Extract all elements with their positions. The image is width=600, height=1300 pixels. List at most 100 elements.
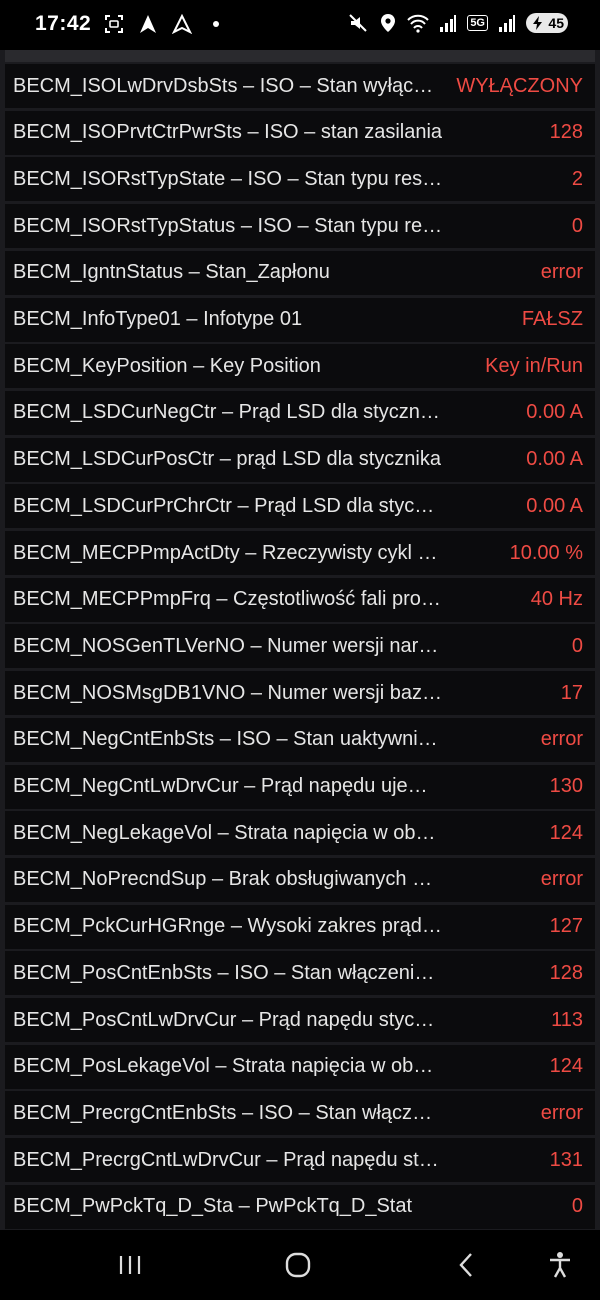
- network-type-badge: 5G: [467, 15, 488, 31]
- network-label: 5G: [470, 17, 485, 29]
- list-item[interactable]: BECM_ISORstTypState – ISO – Stan typu re…: [5, 157, 595, 202]
- list-item[interactable]: BECM_KeyPosition – Key Position Key in/Ru…: [5, 344, 595, 389]
- status-left: 17:42: [35, 12, 227, 36]
- navigation-arrow-icon: [137, 13, 159, 35]
- battery-icon: 45: [526, 13, 568, 33]
- list-item[interactable]: BECM_ISORstTypStatus – ISO – Stan typu r…: [5, 204, 595, 249]
- back-icon: [459, 1253, 472, 1277]
- parameter-name: BECM_InfoType01 – Infotype 01: [13, 308, 303, 330]
- parameter-name: BECM_PwPckTq_D_Sta – PwPckTq_D_Stat: [13, 1195, 413, 1218]
- home-button[interactable]: [280, 1250, 316, 1280]
- list-item[interactable]: BECM_NoPrecndSup – Brak obsługiwanych wa…: [5, 857, 595, 902]
- list-item[interactable]: BECM_PrecrgCntEnbSts – ISO – Stan włącze…: [5, 1091, 595, 1136]
- parameter-value: 128: [549, 121, 583, 144]
- location-icon: [377, 12, 399, 34]
- parameter-value: 0.00 A: [526, 401, 583, 424]
- parameter-value: error: [540, 261, 583, 284]
- parameter-value: 0.00 A: [526, 448, 583, 471]
- list-item[interactable]: BECM_LSDCurPrChrCtr – Prąd LSD dla stycz…: [5, 484, 595, 529]
- wifi-icon: [407, 12, 430, 34]
- parameter-name: BECM_PrecrgCntLwDrvCur – Prąd napędu str…: [13, 1148, 443, 1171]
- navigation-arrow-outline-icon: [171, 13, 193, 35]
- signal-icon: [437, 12, 459, 34]
- dot-icon: [205, 13, 227, 35]
- home-icon: [285, 1252, 311, 1278]
- list-item[interactable]: BECM_InfoType01 – Infotype 01 FAŁSZ: [5, 297, 595, 342]
- parameter-value: 0: [571, 214, 583, 237]
- parameter-name: BECM_LSDCurNegCtr – Prąd LSD dla styczni…: [13, 401, 443, 424]
- back-button[interactable]: [448, 1250, 484, 1280]
- parameter-name: BECM_PosLekageVol – Strata napięcia w ob…: [13, 1055, 443, 1078]
- status-time: 17:42: [35, 12, 92, 35]
- list-item[interactable]: BECM_PwPckTq_D_Sta – PwPckTq_D_Stat 0: [5, 1184, 595, 1229]
- list-item[interactable]: BECM_PrecrgCntLwDrvCur – Prąd napędu str…: [5, 1138, 595, 1183]
- list-item[interactable]: BECM_NegCntLwDrvCur – Prąd napędu ujemne…: [5, 764, 595, 809]
- parameter-value: 0.00 A: [526, 494, 583, 517]
- navigation-bar: [0, 1230, 600, 1300]
- parameter-value: 40 Hz: [530, 588, 583, 611]
- list-item[interactable]: BECM_MECPPmpActDty – Rzeczywisty cykl pr…: [5, 531, 595, 575]
- parameter-name: BECM_ISOPrvtCtrPwrSts – ISO – stan zasil…: [13, 121, 443, 144]
- parameter-value: WYŁĄCZONY: [456, 74, 583, 97]
- recent-apps-button[interactable]: [112, 1250, 148, 1280]
- list-item[interactable]: BECM_PosLekageVol – Strata napięcia w ob…: [5, 1044, 595, 1089]
- parameter-value: 2: [571, 167, 583, 190]
- list-item[interactable]: BECM_LSDCurNegCtr – Prąd LSD dla styczni…: [5, 390, 595, 435]
- list-item[interactable]: BECM_NOSMsgDB1VNO – Numer wersji bazy da…: [5, 671, 595, 716]
- parameter-value: 124: [549, 1055, 583, 1078]
- list-item[interactable]: BECM_PosCntEnbSts – ISO – Stan włączenia…: [5, 951, 595, 996]
- parameter-value: error: [540, 868, 583, 891]
- parameter-value: error: [540, 728, 583, 751]
- list-top-edge: [5, 50, 595, 62]
- list-item[interactable]: BECM_NegCntEnbSts – ISO – Stan uaktywnie…: [5, 717, 595, 762]
- parameter-name: BECM_KeyPosition – Key Position: [13, 354, 321, 377]
- accessibility-icon: [550, 1252, 570, 1278]
- list-item[interactable]: BECM_PosCntLwDrvCur – Prąd napędu styczn…: [5, 998, 595, 1042]
- list-item[interactable]: BECM_NOSGenTLVerNO – Numer wersji narzęd…: [5, 624, 595, 669]
- parameter-value: error: [540, 1101, 583, 1124]
- list-item[interactable]: BECM_LSDCurPosCtr – prąd LSD dla styczni…: [5, 437, 595, 482]
- parameter-value: 127: [549, 915, 583, 938]
- parameter-value: 0: [571, 634, 583, 657]
- signal-icon-2: [496, 12, 518, 34]
- parameter-name: BECM_NegLekageVol – Strata napięcia w ob…: [13, 821, 443, 844]
- parameter-name: BECM_NOSMsgDB1VNO – Numer wersji bazy da…: [13, 681, 443, 704]
- parameter-value: 17: [560, 681, 583, 704]
- status-right: 5G 45: [347, 12, 568, 34]
- parameter-name: BECM_NegCntLwDrvCur – Prąd napędu ujemne…: [13, 775, 443, 797]
- parameter-name: BECM_NOSGenTLVerNO – Numer wersji narzęd…: [13, 634, 443, 657]
- parameter-name: BECM_ISORstTypStatus – ISO – Stan typu r…: [13, 214, 443, 237]
- parameter-value: 0: [571, 1195, 583, 1218]
- mute-icon: [347, 12, 369, 34]
- parameter-list[interactable]: BECM_ISOLwDrvDsbSts – ISO – Stan wyłącze…: [0, 50, 600, 1230]
- parameter-value: Key in/Run: [485, 354, 583, 377]
- parameter-name: BECM_NegCntEnbSts – ISO – Stan uaktywnie…: [13, 728, 443, 751]
- parameter-value: 128: [549, 961, 583, 984]
- battery-level: 45: [548, 15, 564, 31]
- parameter-name: BECM_MECPPmpFrq – Częstotliwość fali pro…: [13, 588, 443, 611]
- parameter-value: 113: [551, 1008, 583, 1031]
- parameter-name: BECM_NoPrecndSup – Brak obsługiwanych wa…: [13, 868, 443, 891]
- parameter-name: BECM_PrecrgCntEnbSts – ISO – Stan włącze…: [13, 1101, 443, 1124]
- parameter-name: BECM_LSDCurPrChrCtr – Prąd LSD dla stycz…: [13, 494, 443, 517]
- list-item[interactable]: BECM_NegLekageVol – Strata napięcia w ob…: [5, 811, 595, 856]
- list-item[interactable]: BECM_IgntnStatus – Stan_Zapłonu error: [5, 250, 595, 295]
- list-item[interactable]: BECM_MECPPmpFrq – Częstotliwość fali pro…: [5, 577, 595, 622]
- parameter-name: BECM_PosCntEnbSts – ISO – Stan włączenia…: [13, 961, 443, 984]
- parameter-name: BECM_ISORstTypState – ISO – Stan typu re…: [13, 167, 443, 190]
- parameter-value: 10.00 %: [509, 541, 583, 564]
- recent-apps-icon: [119, 1256, 141, 1274]
- parameter-value: FAŁSZ: [521, 308, 583, 330]
- parameter-value: 124: [549, 821, 583, 844]
- screenshot-icon: [103, 13, 125, 35]
- list-item[interactable]: BECM_ISOPrvtCtrPwrSts – ISO – stan zasil…: [5, 110, 595, 155]
- list-item[interactable]: BECM_PckCurHGRnge – Wysoki zakres prądu …: [5, 904, 595, 949]
- list-item[interactable]: BECM_ISOLwDrvDsbSts – ISO – Stan wyłącze…: [5, 64, 595, 108]
- parameter-name: BECM_PosCntLwDrvCur – Prąd napędu styczn…: [13, 1008, 443, 1031]
- parameter-name: BECM_MECPPmpActDty – Rzeczywisty cykl pr…: [13, 541, 443, 564]
- accessibility-button[interactable]: [542, 1250, 578, 1280]
- parameter-name: BECM_PckCurHGRnge – Wysoki zakres prądu …: [13, 915, 443, 938]
- parameter-name: BECM_LSDCurPosCtr – prąd LSD dla styczni…: [13, 448, 441, 471]
- parameter-name: BECM_ISOLwDrvDsbSts – ISO – Stan wyłącze…: [13, 74, 443, 97]
- parameter-value: 130: [549, 775, 583, 797]
